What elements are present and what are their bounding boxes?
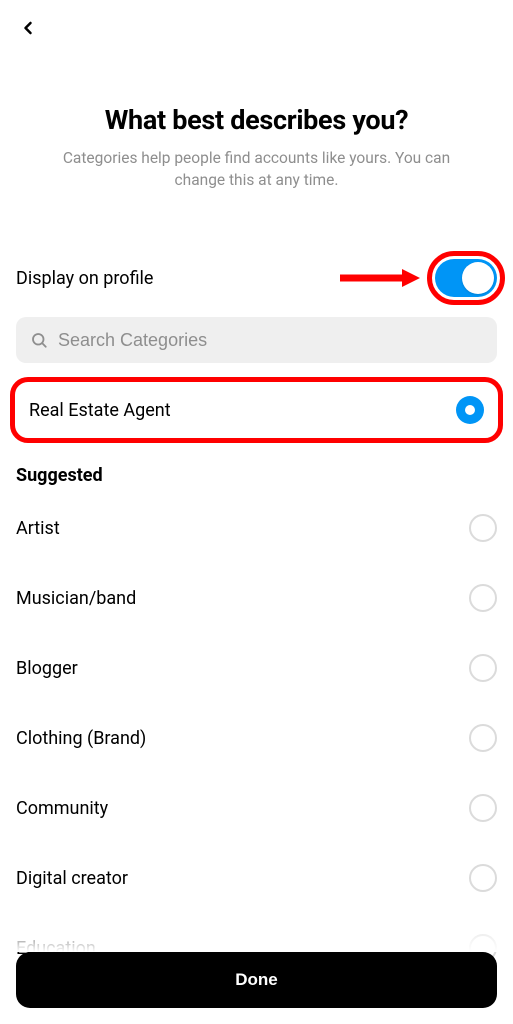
selected-category-label: Real Estate Agent (29, 400, 171, 421)
page-subtitle: Categories help people find accounts lik… (16, 148, 497, 191)
annotation-arrow-icon (340, 269, 420, 287)
header-bar (0, 0, 513, 56)
search-categories-box[interactable] (16, 317, 497, 363)
display-on-profile-toggle[interactable] (435, 259, 497, 297)
radio-empty-icon (469, 864, 497, 892)
category-row-community[interactable]: Community (16, 794, 497, 822)
radio-empty-icon (469, 724, 497, 752)
radio-selected-icon (456, 396, 484, 424)
toggle-wrap (435, 259, 497, 297)
category-label: Community (16, 798, 108, 819)
category-label: Musician/band (16, 588, 136, 609)
selected-category-row[interactable]: Real Estate Agent (10, 377, 503, 443)
suggested-heading: Suggested (16, 465, 497, 486)
chevron-left-icon (18, 18, 38, 38)
category-row-clothing[interactable]: Clothing (Brand) (16, 724, 497, 752)
category-label: Blogger (16, 658, 78, 679)
search-input[interactable] (58, 330, 483, 351)
category-row-digital-creator[interactable]: Digital creator (16, 864, 497, 892)
radio-empty-icon (469, 654, 497, 682)
category-row-blogger[interactable]: Blogger (16, 654, 497, 682)
radio-empty-icon (469, 584, 497, 612)
category-label: Clothing (Brand) (16, 728, 146, 749)
radio-empty-icon (469, 794, 497, 822)
done-button[interactable]: Done (16, 952, 497, 1008)
category-label: Artist (16, 518, 60, 539)
category-row-artist[interactable]: Artist (16, 514, 497, 542)
toggle-knob (462, 262, 494, 294)
done-bar: Done (16, 952, 497, 1008)
radio-empty-icon (469, 514, 497, 542)
content-area: What best describes you? Categories help… (0, 104, 513, 962)
search-icon (30, 331, 48, 349)
page-title: What best describes you? (16, 104, 497, 136)
category-row-musician[interactable]: Musician/band (16, 584, 497, 612)
display-on-profile-row: Display on profile (16, 259, 497, 297)
back-button[interactable] (8, 8, 48, 48)
display-on-profile-label: Display on profile (16, 268, 153, 289)
category-label: Digital creator (16, 868, 128, 889)
